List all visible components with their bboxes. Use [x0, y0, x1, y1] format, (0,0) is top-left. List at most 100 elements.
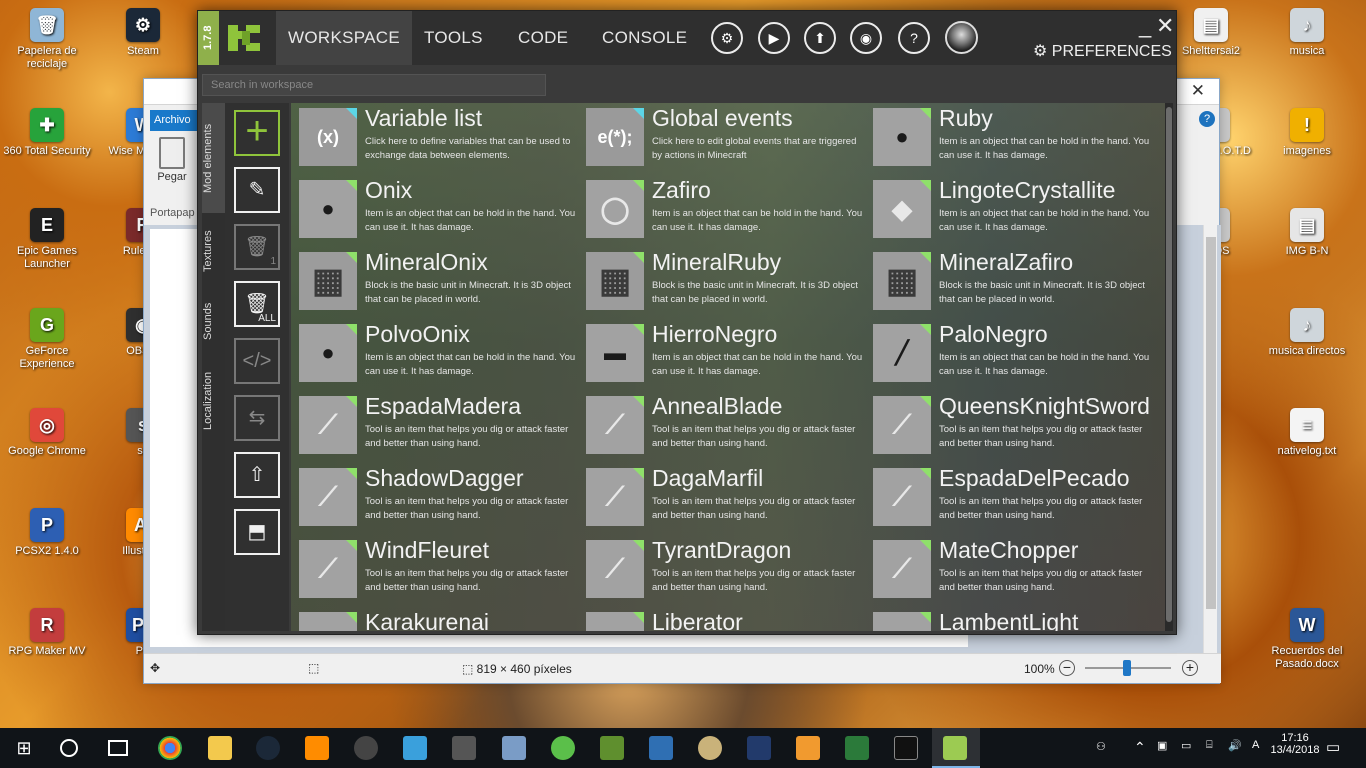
- minimize-button[interactable]: _: [1139, 13, 1151, 39]
- desktop-icon[interactable]: ♪ musica: [1262, 8, 1352, 58]
- start-button-icon[interactable]: ⊞: [12, 736, 36, 760]
- mod-element-card[interactable]: LambentLight: [873, 609, 1158, 631]
- paint-icon[interactable]: [698, 736, 722, 760]
- preferences-button[interactable]: ⚙ PREFERENCES: [1033, 41, 1172, 61]
- obs-icon[interactable]: [354, 736, 378, 760]
- tab-sounds[interactable]: Sounds: [202, 293, 225, 349]
- mod-element-card[interactable]: ⟋ EspadaDelPecado Tool is an item that hel…: [873, 465, 1158, 527]
- edit-element-button[interactable]: ✎: [234, 167, 280, 213]
- user-avatar[interactable]: [945, 21, 978, 54]
- mod-element-card[interactable]: ▦ MineralOnix Block is the basic unit in M…: [299, 249, 584, 311]
- add-element-button[interactable]: +: [234, 110, 280, 156]
- mod-element-card[interactable]: ● Ruby Item is an object that can be hold …: [873, 105, 1158, 167]
- store-icon[interactable]: [305, 736, 329, 760]
- duplicate-button[interactable]: ⇆: [234, 395, 280, 441]
- paint-file-menu[interactable]: Archivo: [150, 110, 198, 131]
- minecraft-icon[interactable]: [600, 736, 624, 760]
- mod-element-card[interactable]: (x) Variable list Click here to define var…: [299, 105, 584, 167]
- media-icon[interactable]: [747, 736, 771, 760]
- support-icon[interactable]: ◉: [850, 22, 882, 54]
- mod-element-card[interactable]: ◯ Zafiro Item is an object that can be hol…: [586, 177, 871, 239]
- mod-element-card[interactable]: ⟋ WindFleuret Tool is an item that helps y…: [299, 537, 584, 599]
- file-explorer-icon[interactable]: [208, 736, 232, 760]
- clock[interactable]: 17:16 13/4/2018: [1266, 732, 1324, 756]
- mod-element-card[interactable]: ⟋ QueensKnightSword Tool is an item that h…: [873, 393, 1158, 455]
- tool-icon[interactable]: [649, 736, 673, 760]
- desktop-icon[interactable]: ≡ nativelog.txt: [1262, 408, 1352, 458]
- mod-element-card[interactable]: ⟋ MateChopper Tool is an item that helps y…: [873, 537, 1158, 599]
- help-icon[interactable]: ?: [1199, 111, 1215, 127]
- mod-element-card[interactable]: ◆ LingoteCrystallite Item is an object tha…: [873, 177, 1158, 239]
- photos-icon[interactable]: [502, 736, 526, 760]
- mod-element-card[interactable]: ⟋ DagaMarfil Tool is an item that helps yo…: [586, 465, 871, 527]
- volume-icon[interactable]: 🔊: [1228, 739, 1242, 752]
- export-icon[interactable]: ⬆: [804, 22, 836, 54]
- people-icon[interactable]: ⚇: [1096, 740, 1106, 753]
- mod-element-card[interactable]: ⟋ ShadowDagger Tool is an item that helps …: [299, 465, 584, 527]
- network-icon[interactable]: ⌸: [1206, 739, 1213, 752]
- zoom-in-button[interactable]: +: [1182, 660, 1198, 676]
- mod-element-card[interactable]: ▦ MineralZafiro Block is the basic unit in…: [873, 249, 1158, 311]
- elements-scrollbar[interactable]: [1165, 103, 1173, 631]
- tray-chevron-icon[interactable]: ⌃: [1134, 739, 1146, 756]
- geforce-icon[interactable]: [452, 736, 476, 760]
- epic-games-icon[interactable]: [894, 736, 918, 760]
- search-icon[interactable]: [60, 739, 78, 757]
- mod-element-card[interactable]: ● PolvoOnix Item is an object that can be …: [299, 321, 584, 383]
- export-element-button[interactable]: ⇧: [234, 452, 280, 498]
- desktop-icon[interactable]: E Epic Games Launcher: [2, 208, 92, 271]
- desktop-icon[interactable]: ! imagenes: [1262, 108, 1352, 158]
- tab-workspace[interactable]: WORKSPACE: [276, 11, 412, 65]
- paste-button[interactable]: Pegar: [148, 135, 196, 197]
- paint-close-button[interactable]: ✕: [1191, 81, 1205, 101]
- app-icon[interactable]: [403, 736, 427, 760]
- desktop-icon[interactable]: ◎ Google Chrome: [2, 408, 92, 458]
- mod-element-card[interactable]: ⟋ AnnealBlade Tool is an item that helps y…: [586, 393, 871, 455]
- desktop-icon[interactable]: G GeForce Experience: [2, 308, 92, 371]
- close-button[interactable]: ✕: [1156, 13, 1174, 39]
- notifications-icon[interactable]: ▭: [1326, 738, 1340, 756]
- desktop-icon[interactable]: ♪ musica directos: [1262, 308, 1352, 358]
- tray-app-icon[interactable]: ▣: [1157, 739, 1167, 752]
- elements-scroll-thumb[interactable]: [1166, 107, 1172, 622]
- delete-all-button[interactable]: 🗑 ALL: [234, 281, 280, 327]
- workspace-search-input[interactable]: Search in workspace: [202, 74, 546, 96]
- desktop-icon[interactable]: 🗑 Papelera de reciclaje: [2, 8, 92, 71]
- tab-console[interactable]: CONSOLE: [590, 11, 699, 65]
- desktop-icon[interactable]: W Recuerdos del Pasado.docx: [1262, 608, 1352, 671]
- language-icon[interactable]: A: [1252, 739, 1259, 751]
- code-view-button[interactable]: </>: [234, 338, 280, 384]
- steam-icon[interactable]: [256, 736, 280, 760]
- server-icon[interactable]: [845, 736, 869, 760]
- paint-vertical-scrollbar[interactable]: [1203, 225, 1217, 655]
- mod-element-card[interactable]: ▬ HierroNegro Item is an object that can b…: [586, 321, 871, 383]
- chrome-icon[interactable]: [158, 736, 182, 760]
- zoom-out-button[interactable]: −: [1059, 660, 1075, 676]
- delete-element-button[interactable]: 🗑 1: [234, 224, 280, 270]
- mod-element-card[interactable]: ⟋ TyrantDragon Tool is an item that helps …: [586, 537, 871, 599]
- zoom-slider-thumb[interactable]: [1123, 660, 1131, 676]
- desktop-icon[interactable]: ▤ Shelttersai2: [1166, 8, 1256, 58]
- mod-element-card[interactable]: ╱ PaloNegro Item is an object that can be …: [873, 321, 1158, 383]
- mod-element-card[interactable]: ● Onix Item is an object that can be hold …: [299, 177, 584, 239]
- import-element-button[interactable]: ⬒: [234, 509, 280, 555]
- mod-element-card[interactable]: Liberator: [586, 609, 871, 631]
- mod-element-card[interactable]: ▦ MineralRuby Block is the basic unit in M…: [586, 249, 871, 311]
- tab-textures[interactable]: Textures: [202, 219, 225, 283]
- help-menu-icon[interactable]: ?: [898, 22, 930, 54]
- desktop-icon[interactable]: ⚙ Steam: [98, 8, 188, 58]
- task-view-icon[interactable]: [108, 740, 128, 756]
- desktop-icon[interactable]: ▤ IMG B-N: [1262, 208, 1352, 258]
- desktop-icon[interactable]: R RPG Maker MV: [2, 608, 92, 658]
- mod-element-card[interactable]: Karakurenai: [299, 609, 584, 631]
- desktop-icon[interactable]: ✚ 360 Total Security: [2, 108, 92, 158]
- mod-element-card[interactable]: e(*); Global events Click here to edit glo…: [586, 105, 871, 167]
- player-icon[interactable]: [796, 736, 820, 760]
- desktop-icon[interactable]: P PCSX2 1.4.0: [2, 508, 92, 558]
- setup-workspace-icon[interactable]: ⚙: [711, 22, 743, 54]
- tab-mod-elements[interactable]: Mod elements: [202, 103, 225, 213]
- mod-element-card[interactable]: ⟋ EspadaMadera Tool is an item that helps …: [299, 393, 584, 455]
- game-icon[interactable]: [551, 736, 575, 760]
- tab-localization[interactable]: Localization: [202, 361, 225, 441]
- run-client-icon[interactable]: ▶: [758, 22, 790, 54]
